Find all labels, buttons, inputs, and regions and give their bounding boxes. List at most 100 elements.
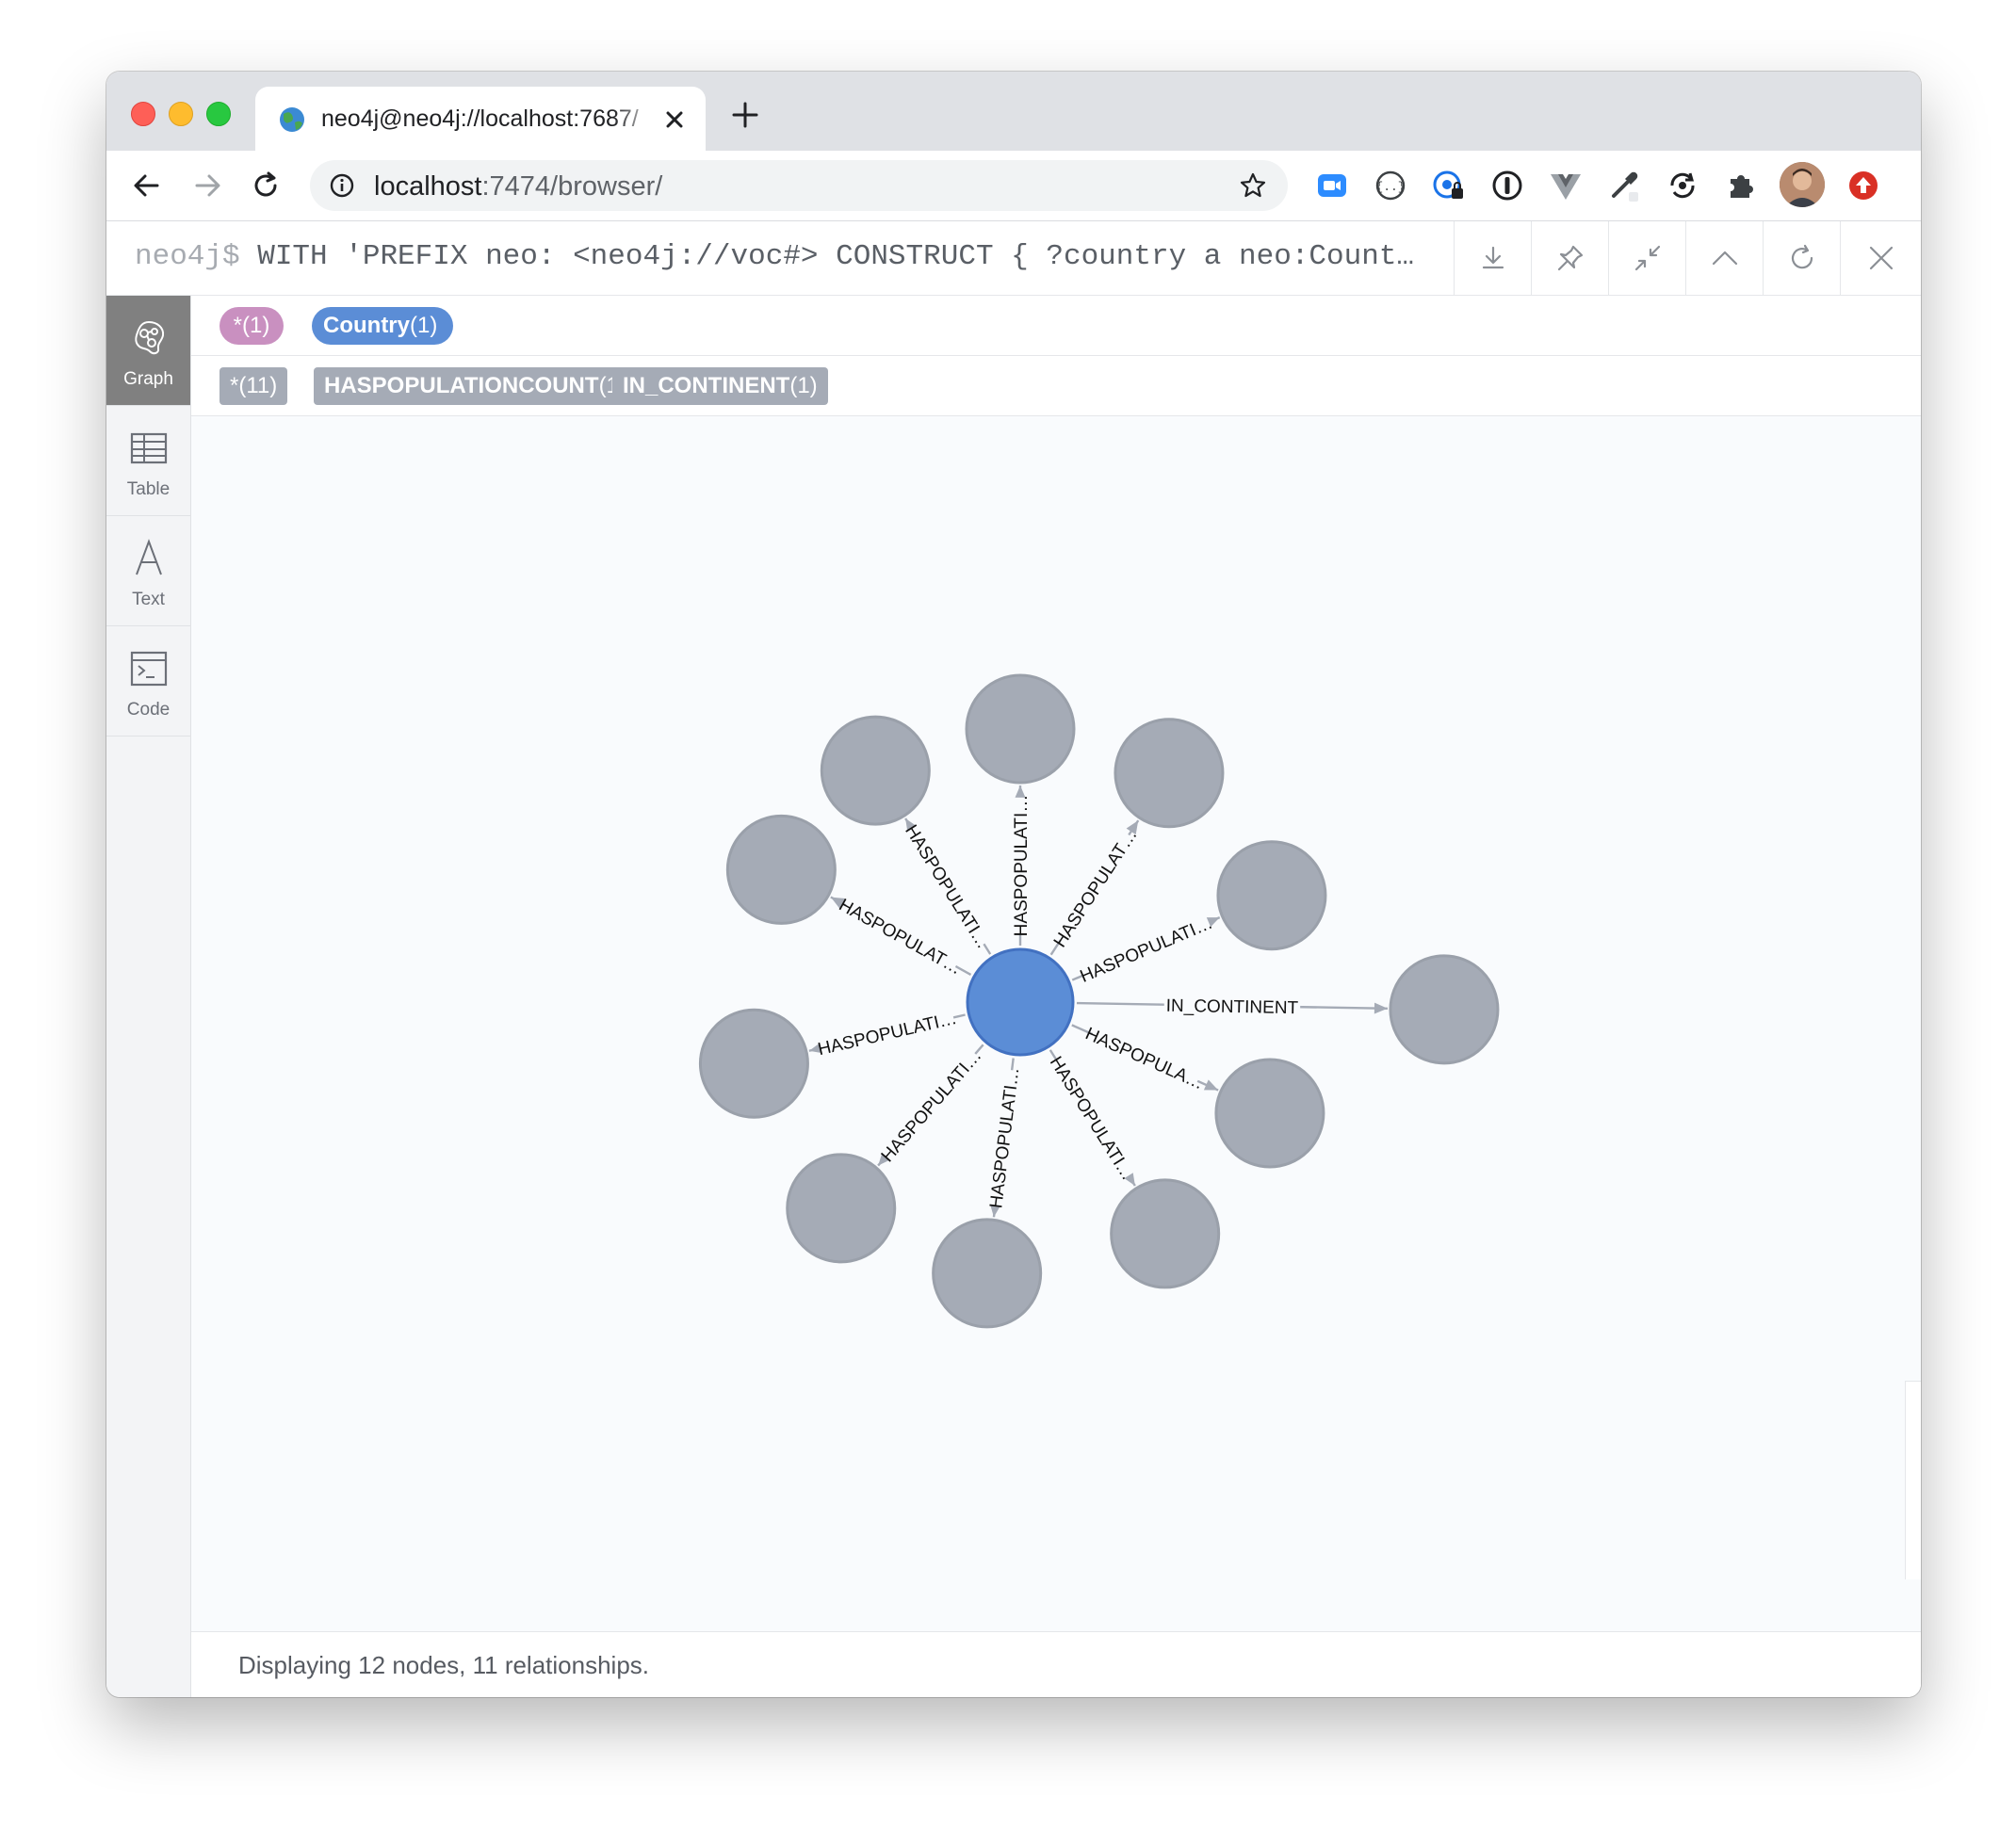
relationship-type-text: HASPOPULAT… — [1050, 826, 1142, 951]
browser-tab[interactable]: neo4j@neo4j://localhost:7687/ — [255, 87, 706, 151]
collapse-button[interactable] — [1608, 221, 1686, 295]
legend-rel-name: HASPOPULATIONCOUNT — [324, 373, 599, 398]
vue-devtools-icon[interactable] — [1548, 168, 1584, 203]
query-statement: WITH 'PREFIX neo: <neo4j://voc#> CONSTRU… — [239, 240, 1415, 273]
reload-icon[interactable] — [248, 168, 284, 203]
tab-strip: neo4j@neo4j://localhost:7687/ — [106, 72, 1921, 151]
browser-toolbar: localhost:7474/browser/ {..} — [106, 151, 1921, 221]
relationship-edge[interactable]: HASPOPULATI… — [808, 1005, 966, 1060]
relationship-type-text: HASPOPULATI… — [1078, 914, 1216, 987]
svg-text:{..}: {..} — [1375, 180, 1405, 194]
neo4j-favicon-icon — [280, 107, 304, 132]
relationship-edge[interactable]: HASPOPULATI… — [1045, 1049, 1141, 1187]
relationship-arrowhead — [1374, 1002, 1388, 1014]
legend-node-name: * — [233, 313, 242, 338]
profile-avatar[interactable] — [1780, 162, 1825, 207]
extensions-puzzle-icon[interactable] — [1723, 168, 1759, 203]
result-panel: * (1) Country (1) * (11) HASPOPULATIONCOUNT… — [191, 296, 1921, 1697]
relationship-label: HASPOPULATI… — [816, 1005, 959, 1060]
site-info-icon[interactable] — [329, 172, 355, 199]
bookmark-star-icon[interactable] — [1239, 171, 1267, 200]
relationship-edge[interactable]: IN_CONTINENT — [1076, 992, 1388, 1020]
graph-node[interactable] — [786, 1153, 897, 1264]
relationship-label: IN_CONTINENT — [1163, 992, 1301, 1020]
relationship-label: HASPOPULATI… — [1078, 911, 1216, 987]
zoom-controls — [1905, 1381, 1921, 1579]
country-node[interactable] — [966, 947, 1075, 1057]
text-icon — [136, 539, 162, 575]
query-editor-bar: neo4j$ WITH 'PREFIX neo: <neo4j://voc#> … — [106, 221, 1921, 296]
new-tab-icon[interactable] — [730, 100, 760, 130]
forward-icon[interactable] — [189, 168, 225, 203]
graph-node[interactable] — [965, 673, 1076, 785]
graph-node[interactable] — [1110, 1178, 1221, 1289]
zoom-extension-icon[interactable] — [1314, 168, 1350, 203]
graph-node[interactable] — [1214, 1058, 1325, 1169]
legend-rel-name: IN_CONTINENT — [623, 373, 790, 398]
legend-node-country[interactable]: Country (1) — [312, 307, 453, 345]
relationship-type-text: HASPOPULATI… — [878, 1046, 986, 1166]
view-tab-label: Code — [126, 700, 171, 720]
url-text: localhost:7474/browser/ — [374, 171, 662, 202]
graph-node[interactable] — [1389, 954, 1500, 1065]
view-tab-table[interactable]: Table — [106, 406, 190, 516]
relationship-edge[interactable]: HASPOPULA… — [1071, 1021, 1219, 1095]
legend-node-all[interactable]: * (1) — [219, 307, 284, 345]
minimize-window-button[interactable] — [169, 102, 193, 126]
password-manager-icon[interactable] — [1431, 168, 1467, 203]
relationship-type-text: HASPOPULAT… — [836, 896, 965, 979]
view-tab-text[interactable]: Text — [106, 516, 190, 626]
relationship-label: HASPOPULATI… — [1046, 1053, 1140, 1184]
update-icon[interactable] — [1845, 168, 1881, 203]
query-text[interactable]: neo4j$ WITH 'PREFIX neo: <neo4j://voc#> … — [135, 240, 1454, 278]
color-picker-icon[interactable] — [1606, 168, 1642, 203]
view-tab-graph[interactable]: Graph — [106, 296, 190, 406]
relationship-type-text: HASPOPULA… — [1082, 1024, 1207, 1093]
legend-rel-count: (11) — [238, 373, 278, 398]
view-sidebar: Graph Table Text Code — [106, 296, 191, 1697]
address-bar[interactable]: localhost:7474/browser/ — [310, 160, 1288, 211]
graph-node[interactable] — [1114, 718, 1225, 829]
graph-icon — [135, 320, 165, 355]
relationship-edge[interactable]: HASPOPULATI… — [1071, 910, 1221, 988]
maximize-window-button[interactable] — [206, 102, 231, 126]
relationship-edge[interactable]: HASPOPULATI… — [1008, 785, 1032, 946]
pin-button[interactable] — [1531, 221, 1609, 295]
view-tab-label: Table — [126, 479, 171, 499]
graph-node[interactable] — [698, 1008, 809, 1119]
relationship-label: HASPOPULA… — [1082, 1023, 1207, 1093]
back-icon[interactable] — [129, 168, 165, 203]
download-button[interactable] — [1454, 221, 1532, 295]
graph-node[interactable] — [820, 715, 931, 826]
legend-node-name: Country — [323, 313, 410, 338]
node-labels-legend: * (1) Country (1) — [191, 296, 1921, 356]
status-bar: Displaying 12 nodes, 11 relationships. — [191, 1631, 1921, 1697]
pin-icon — [1557, 245, 1584, 271]
legend-rel-count: (1) — [789, 373, 818, 398]
close-window-button[interactable] — [131, 102, 155, 126]
onepassword-icon[interactable] — [1489, 168, 1525, 203]
close-frame-button[interactable] — [1840, 221, 1921, 295]
json-formatter-icon[interactable]: {..} — [1373, 168, 1408, 203]
legend-rel-in-continent[interactable]: IN_CONTINENT (1) — [612, 367, 828, 405]
view-tab-label: Text — [132, 590, 165, 609]
rerun-button[interactable] — [1763, 221, 1841, 295]
graph-canvas[interactable]: HASPOPULATI… HASPOPULAT…HASPOPULATI…IN_CO… — [191, 416, 1921, 1631]
tab-close-icon[interactable] — [658, 104, 691, 136]
legend-rel-all[interactable]: * (11) — [219, 367, 288, 405]
graph-node[interactable] — [1216, 840, 1327, 951]
url-path: :7474/browser/ — [481, 171, 663, 202]
legend-node-count: (1) — [410, 313, 438, 338]
relationship-label: HASPOPULATI… — [876, 1045, 986, 1166]
relationship-edge[interactable]: HASPOPULAT… — [1047, 819, 1142, 956]
legend-node-count: (1) — [242, 313, 270, 338]
relationship-edge[interactable]: HASPOPULATI… — [875, 1044, 986, 1167]
graph-node[interactable] — [932, 1218, 1043, 1329]
relationship-edge[interactable]: HASPOPULATI… — [983, 1058, 1025, 1218]
sync-extension-icon[interactable] — [1665, 168, 1700, 203]
graph-node[interactable] — [725, 814, 837, 925]
close-icon — [1869, 246, 1894, 270]
view-tab-code[interactable]: Code — [106, 626, 190, 736]
fold-up-button[interactable] — [1685, 221, 1764, 295]
legend-rel-haspopulationcount[interactable]: HASPOPULATIONCOUNT(10) — [314, 367, 650, 405]
